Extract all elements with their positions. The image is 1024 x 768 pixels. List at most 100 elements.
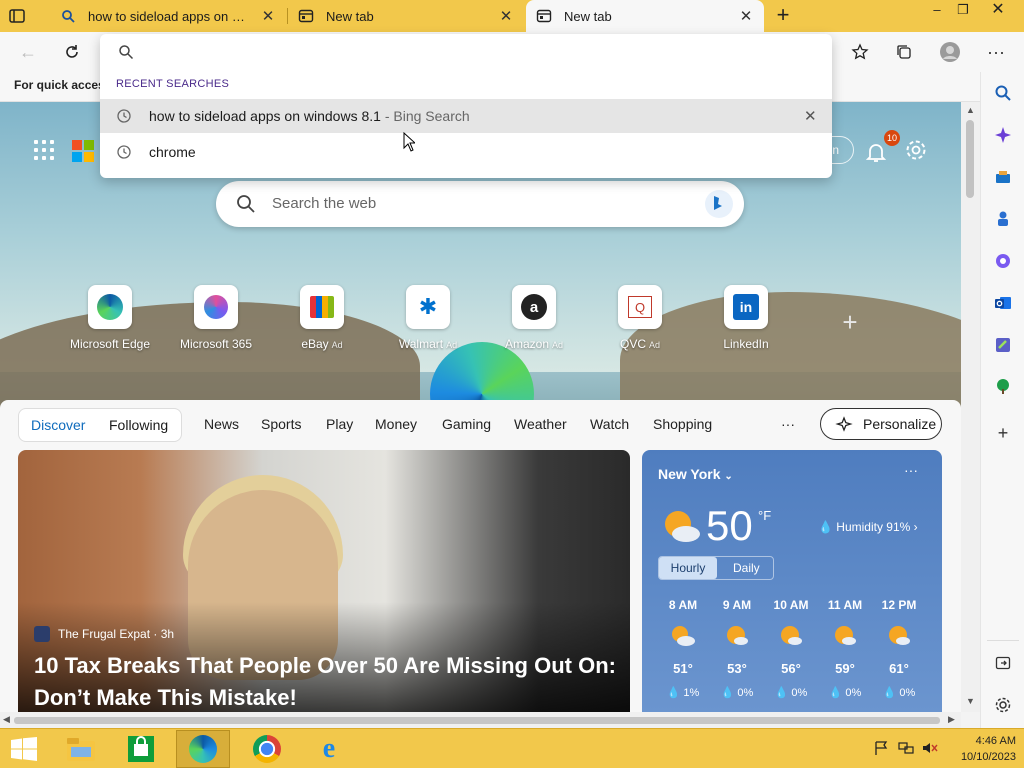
volume-muted-icon[interactable] <box>922 741 938 755</box>
feed-nav-money[interactable]: Money <box>375 416 417 432</box>
back-arrow-icon[interactable]: ← <box>16 40 40 64</box>
windows-start-icon[interactable] <box>10 737 38 761</box>
app-launcher-icon[interactable] <box>34 140 54 160</box>
daily-tab[interactable]: Daily <box>733 561 760 575</box>
precip-drop-icon: 💧 <box>720 687 735 699</box>
collections-icon[interactable] <box>892 40 916 64</box>
feed-nav-news[interactable]: News <box>204 416 239 432</box>
suggestion-item[interactable]: how to sideload apps on windows 8.1 - Bi… <box>100 99 832 133</box>
quick-link-qvc[interactable]: Q QVC Ad <box>587 285 693 351</box>
address-bar-input[interactable] <box>144 40 804 64</box>
forecast-temp: 56° <box>781 661 801 676</box>
temperature-unit[interactable]: °F <box>758 508 771 523</box>
taskbar-internet-explorer[interactable]: e <box>302 730 356 768</box>
microsoft-365-icon[interactable] <box>992 250 1014 272</box>
partly-sunny-icon <box>889 626 910 645</box>
hide-sidebar-icon[interactable] <box>992 652 1014 674</box>
precip-drop-icon: 💧 <box>828 687 843 699</box>
page-settings-icon[interactable] <box>904 138 928 162</box>
network-icon[interactable] <box>898 741 914 755</box>
quick-link-ebay[interactable]: eBay Ad <box>269 285 375 351</box>
favorites-star-icon[interactable] <box>848 40 872 64</box>
maximize-button[interactable]: ❐ <box>948 0 978 22</box>
system-clock[interactable]: 4:46 AM 10/10/2023 <box>946 733 1016 765</box>
copilot-sparkle-icon[interactable] <box>992 124 1014 146</box>
settings-more-icon[interactable]: ··· <box>984 40 1008 64</box>
taskbar-google-chrome[interactable] <box>240 730 294 768</box>
quick-link-microsoft-edge[interactable]: Microsoft Edge <box>57 285 163 351</box>
search-icon[interactable] <box>992 82 1014 104</box>
scroll-left-icon[interactable]: ◀ <box>3 714 10 725</box>
refresh-icon[interactable] <box>60 40 84 64</box>
feed-nav-sports[interactable]: Sports <box>261 416 301 432</box>
games-icon[interactable] <box>992 208 1014 230</box>
shopping-icon[interactable] <box>992 166 1014 188</box>
article-headline[interactable]: 10 Tax Breaks That People Over 50 Are Mi… <box>34 650 624 712</box>
vertical-scrollbar[interactable]: ▲ ▼ <box>961 102 980 712</box>
tab-bing-search[interactable]: how to sideload apps on windows 8.1 - Bi… <box>50 0 286 32</box>
feed-nav-play[interactable]: Play <box>326 416 353 432</box>
humidity[interactable]: 💧 Humidity 91% › <box>818 520 918 534</box>
feed-nav-weather[interactable]: Weather <box>514 416 567 432</box>
add-shortcut-icon[interactable]: + <box>838 309 862 335</box>
forecast-time: 11 AM <box>827 598 863 612</box>
add-sidebar-app-icon[interactable]: + <box>992 422 1014 444</box>
close-tab-icon[interactable]: ✕ <box>738 7 754 25</box>
scroll-up-icon[interactable]: ▲ <box>966 105 975 115</box>
quick-link-microsoft-365[interactable]: Microsoft 365 <box>163 285 269 351</box>
qvc-icon: Q <box>628 296 652 318</box>
tab-following[interactable]: Following <box>109 417 168 433</box>
weather-more-button[interactable]: ··· <box>904 462 918 478</box>
hourly-forecast-item: 11 AM 59° 💧 0% <box>818 598 872 699</box>
drop-tools-icon[interactable] <box>992 334 1014 356</box>
forecast-mode-toggle: Hourly Daily <box>658 556 774 580</box>
personalize-button[interactable]: Personalize <box>820 408 942 440</box>
forecast-time: 9 AM <box>722 598 752 612</box>
forecast-precip: 0% <box>737 687 754 699</box>
partly-sunny-icon <box>835 626 856 645</box>
weather-location[interactable]: New York ⌄ <box>658 466 733 482</box>
scroll-down-icon[interactable]: ▼ <box>966 696 975 706</box>
profile-avatar-icon[interactable] <box>938 40 962 64</box>
tab-title: New tab <box>326 8 374 24</box>
tab-new-tab-active[interactable]: New tab ✕ <box>526 0 764 32</box>
forecast-time: 8 AM <box>668 598 698 612</box>
suggestion-item[interactable]: chrome <box>100 135 832 169</box>
taskbar-windows-store[interactable] <box>114 730 168 768</box>
scrollbar-thumb[interactable] <box>14 717 940 724</box>
close-tab-icon[interactable]: ✕ <box>498 7 514 25</box>
feed-nav-gaming[interactable]: Gaming <box>442 416 491 432</box>
forecast-temp: 59° <box>835 661 855 676</box>
feed-nav-more[interactable]: ··· <box>781 416 795 432</box>
quick-link-amazon[interactable]: a Amazon Ad <box>481 285 587 351</box>
history-clock-icon <box>117 109 131 123</box>
feed-nav-shopping[interactable]: Shopping <box>653 416 712 432</box>
hourly-tab[interactable]: Hourly <box>659 557 717 579</box>
new-tab-button[interactable]: + <box>772 4 794 26</box>
close-tab-icon[interactable]: ✕ <box>260 7 276 25</box>
remove-suggestion-icon[interactable]: ✕ <box>804 107 817 125</box>
scrollbar-thumb[interactable] <box>966 120 974 198</box>
outlook-icon[interactable] <box>992 292 1014 314</box>
feed-nav-watch[interactable]: Watch <box>590 416 629 432</box>
scroll-right-icon[interactable]: ▶ <box>948 714 955 725</box>
quick-link-label: Microsoft 365 <box>179 337 253 351</box>
tab-new-tab[interactable]: New tab ✕ <box>288 0 524 32</box>
hero-article-card[interactable]: The Frugal Expat · 3h 10 Tax Breaks That… <box>18 450 630 712</box>
tab-actions-icon[interactable] <box>8 7 26 25</box>
weather-card[interactable]: New York ⌄ ··· 50 °F 💧 Humidity 91% › Ho… <box>642 450 942 712</box>
news-feed: Discover Following News Sports Play Mone… <box>0 400 961 712</box>
horizontal-scrollbar[interactable]: ◀ ▶ <box>0 712 961 728</box>
taskbar-file-explorer[interactable] <box>54 730 108 768</box>
tree-icon[interactable] <box>992 376 1014 398</box>
quick-link-walmart[interactable]: ✱ Walmart Ad <box>375 285 481 351</box>
web-search-box[interactable]: Search the web <box>216 181 744 227</box>
notifications-bell-icon[interactable] <box>864 140 888 164</box>
bing-chat-icon[interactable] <box>704 189 734 219</box>
sidebar-settings-icon[interactable] <box>992 694 1014 716</box>
quick-link-linkedin[interactable]: in LinkedIn <box>693 285 799 351</box>
close-window-button[interactable]: ✕ <box>980 0 1016 22</box>
tab-discover[interactable]: Discover <box>31 417 85 433</box>
action-center-flag-icon[interactable] <box>874 741 890 755</box>
taskbar-microsoft-edge[interactable] <box>176 730 230 768</box>
